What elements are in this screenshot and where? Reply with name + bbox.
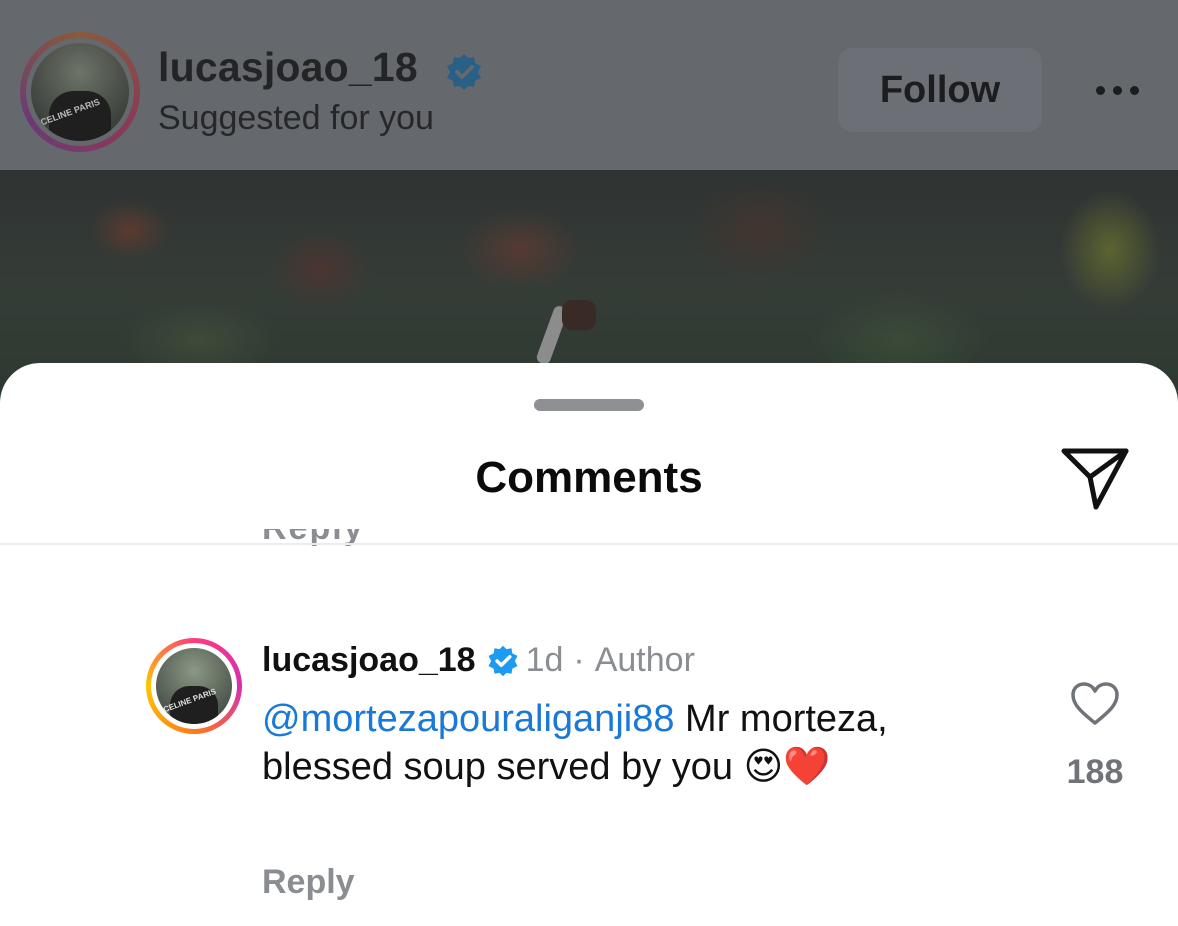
comment-author-avatar[interactable]: CELINE PARIS bbox=[146, 638, 242, 734]
comment-meta: lucasjoao_18 1d · Author bbox=[262, 641, 695, 680]
avatar-photo: CELINE PARIS bbox=[31, 43, 129, 141]
comments-sheet: Comments Reply CELINE PARIS lucasjoao_18… bbox=[0, 363, 1178, 926]
verified-badge-icon bbox=[447, 54, 481, 90]
sheet-drag-handle[interactable] bbox=[534, 399, 644, 411]
comment-username[interactable]: lucasjoao_18 bbox=[262, 641, 476, 680]
post-author-avatar[interactable]: CELINE PARIS bbox=[20, 32, 140, 152]
heart-icon[interactable] bbox=[1070, 681, 1120, 727]
like-count: 188 bbox=[1066, 753, 1124, 791]
verified-badge-icon bbox=[488, 645, 518, 676]
more-options-icon[interactable] bbox=[1082, 70, 1152, 110]
previous-reply-cut-off: Reply bbox=[262, 529, 372, 549]
follow-button[interactable]: Follow bbox=[838, 48, 1042, 132]
meta-separator: · bbox=[573, 641, 585, 679]
avatar-photo: CELINE PARIS bbox=[156, 648, 232, 724]
post-author-username[interactable]: lucasjoao_18 bbox=[158, 44, 418, 91]
header-divider bbox=[0, 543, 1178, 545]
send-icon[interactable] bbox=[1058, 443, 1132, 513]
comment-timestamp: 1d bbox=[525, 641, 564, 679]
author-badge: Author bbox=[594, 641, 695, 679]
mention-link[interactable]: @mortezapouraliganji88 bbox=[262, 698, 674, 740]
comments-title: Comments bbox=[475, 453, 703, 502]
comment-emojis: 😍❤️ bbox=[743, 746, 831, 788]
comment-text: @mortezapouraliganji88 Mr morteza, bless… bbox=[262, 695, 962, 791]
reply-button[interactable]: Reply bbox=[262, 863, 355, 902]
suggested-label: Suggested for you bbox=[158, 99, 434, 137]
post-header: CELINE PARIS lucasjoao_18 Suggested for … bbox=[0, 0, 1178, 170]
